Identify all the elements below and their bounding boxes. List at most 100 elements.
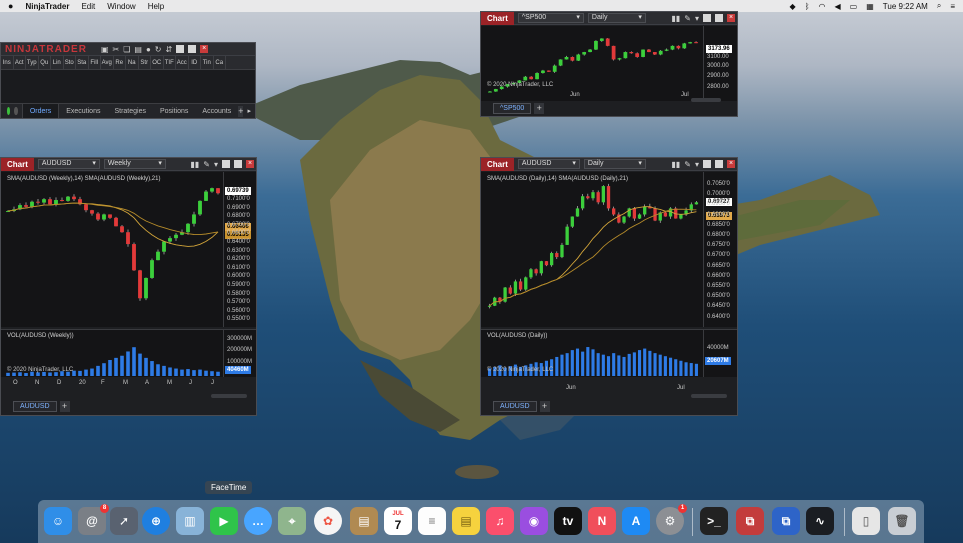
column-header[interactable]: Ins — [1, 56, 14, 69]
apple-tv-icon[interactable]: tv — [554, 507, 582, 535]
tab-orders[interactable]: Orders — [21, 103, 60, 118]
bar-style-icon[interactable]: ▮▮ — [671, 14, 680, 23]
terminal-icon[interactable]: >_ — [700, 507, 728, 535]
tab-executions[interactable]: Executions — [59, 104, 107, 119]
system-preferences-icon[interactable]: ⚙ 1 — [656, 504, 687, 535]
tab-accounts[interactable]: Accounts — [195, 104, 238, 119]
close-button[interactable]: × — [200, 45, 209, 53]
period-selector[interactable]: Daily ▾ — [587, 13, 646, 23]
messages-icon[interactable]: … — [244, 507, 272, 535]
music-icon[interactable]: ♫ — [486, 507, 514, 535]
app-store-icon[interactable]: A — [622, 507, 650, 535]
column-header[interactable]: Ca — [214, 56, 226, 69]
safari-icon[interactable]: ⊕ — [142, 507, 170, 535]
notes-icon[interactable]: ▤ — [452, 507, 480, 535]
column-header[interactable]: Avg — [101, 56, 114, 69]
period-selector[interactable]: Daily ▾ — [583, 159, 646, 169]
tab-scroll-icon[interactable]: ▸ — [243, 107, 255, 115]
apple-menu-icon[interactable]: ● — [8, 1, 13, 11]
photos-icon[interactable]: ✿ — [314, 507, 342, 535]
facetime-icon[interactable]: ▶ — [210, 507, 238, 535]
minimize-button[interactable] — [176, 45, 185, 53]
price-panel[interactable]: © 2020 NinjaTrader, LLC Jun Jul 3173.96 … — [481, 26, 737, 101]
close-button[interactable]: × — [246, 160, 254, 168]
price-axis[interactable]: 0.69739 0.66466 0.65135 0.7100'0 0.6900'0… — [223, 172, 256, 327]
column-header[interactable]: Sto — [64, 56, 76, 69]
maps-icon[interactable]: ⌖ — [278, 507, 306, 535]
menu-help[interactable]: Help — [148, 2, 164, 11]
contacts-icon[interactable]: @8 — [78, 504, 109, 535]
workspaces-icon[interactable]: ❏ — [123, 45, 130, 54]
close-button[interactable]: × — [727, 160, 735, 168]
price-panel[interactable]: SMA(AUDUSD (Daily),14) SMA(AUDUSD (Daily… — [481, 172, 737, 327]
sync-icon[interactable]: ↻ — [155, 45, 162, 54]
menu-app-name[interactable]: NinjaTrader — [25, 2, 69, 11]
menu-icon[interactable]: ▾ — [695, 160, 699, 169]
horizontal-scrollbar[interactable] — [691, 394, 727, 398]
calendar-icon[interactable]: JUL 7 — [384, 507, 412, 535]
volume-icon[interactable]: ◀ — [835, 2, 841, 11]
launchpad-icon[interactable]: ➚ — [110, 507, 138, 535]
drawing-tool-icon[interactable]: ✎ — [684, 14, 691, 23]
menu-icon[interactable]: ▾ — [695, 14, 699, 23]
chart-tab-sp500[interactable]: ^SP500 — [493, 103, 532, 114]
close-button[interactable]: × — [727, 14, 735, 22]
price-axis[interactable]: 0.69727 0.68873 0.7050'0 0.7000'0 0.6950'0… — [703, 172, 737, 327]
price-panel[interactable]: SMA(AUDUSD (Weekly),14) SMA(AUDUSD (Week… — [1, 172, 256, 327]
instrument-selector[interactable]: AUDUSD ▾ — [517, 159, 580, 169]
podcasts-icon[interactable]: ◉ — [520, 507, 548, 535]
add-tab-button[interactable]: + — [59, 401, 70, 412]
period-selector[interactable]: Weekly ▾ — [103, 159, 166, 169]
drawing-tool-icon[interactable]: ✎ — [684, 160, 691, 169]
finder-icon[interactable]: ☺ — [44, 507, 72, 535]
minimize-button[interactable] — [703, 160, 711, 168]
horizontal-scrollbar[interactable] — [211, 394, 247, 398]
tools-icon[interactable]: ✂ — [113, 45, 120, 54]
volume-panel[interactable]: VOL(AUDUSD (Daily)) © 2020 NinjaTrader, … — [481, 329, 737, 377]
column-header[interactable]: Str — [139, 56, 151, 69]
menu-window[interactable]: Window — [107, 2, 135, 11]
column-header[interactable]: ID — [189, 56, 201, 69]
menubar-clock[interactable]: Tue 9:22 AM — [883, 2, 928, 11]
help-icon[interactable]: ● — [146, 45, 151, 54]
drawing-tool-icon[interactable]: ✎ — [203, 160, 210, 169]
wifi-icon[interactable]: ◠ — [819, 2, 826, 11]
chart-titlebar[interactable]: Chart AUDUSD ▾ Weekly ▾ ▮▮ ✎ ▾ × — [1, 158, 256, 171]
tab-strategies[interactable]: Strategies — [107, 104, 153, 119]
column-header[interactable]: Tin — [201, 56, 214, 69]
column-header[interactable]: OC — [151, 56, 164, 69]
column-header[interactable]: Qu — [39, 56, 51, 69]
column-header[interactable]: Acc — [176, 56, 189, 69]
maximize-button[interactable] — [715, 14, 723, 22]
instrument-selector[interactable]: ^SP500 ▾ — [517, 13, 584, 23]
chart-tab-audusd[interactable]: AUDUSD — [13, 401, 57, 412]
volume-axis[interactable]: 300000M 200000M 100000M 40460M — [223, 330, 256, 377]
maximize-button[interactable] — [715, 160, 723, 168]
flag-icon[interactable]: ▦ — [866, 2, 874, 11]
ninjatrader-app-icon[interactable]: ⧉ — [736, 507, 764, 535]
preview-icon[interactable]: ▥ — [176, 507, 204, 535]
orders-grid[interactable] — [1, 70, 255, 104]
price-axis[interactable]: 3173.96 3100.00 3000.00 2900.00 2800.00 — [703, 26, 737, 101]
column-header[interactable]: Fill — [89, 56, 101, 69]
column-header[interactable]: Na — [126, 56, 139, 69]
tab-positions[interactable]: Positions — [153, 104, 195, 119]
notification-center-icon[interactable]: ≡ — [950, 2, 955, 11]
bar-style-icon[interactable]: ▮▮ — [671, 160, 680, 169]
new-icon[interactable]: ▣ — [101, 45, 109, 54]
column-header[interactable]: Lin — [51, 56, 64, 69]
volume-panel[interactable]: VOL(AUDUSD (Weekly)) © 2020 NinjaTrader,… — [1, 329, 256, 377]
instrument-selector[interactable]: AUDUSD ▾ — [37, 159, 100, 169]
menu-icon[interactable]: ▾ — [214, 160, 218, 169]
notes-book-icon[interactable]: ▤ — [350, 507, 378, 535]
activity-monitor-icon[interactable]: ∿ — [806, 507, 834, 535]
maximize-button[interactable] — [188, 45, 197, 53]
control-center-titlebar[interactable]: NINJATRADER ▣ ✂ ❏ ▤ ● ↻ ⇵ × — [1, 43, 255, 56]
horizontal-scrollbar[interactable] — [691, 98, 721, 102]
trash-icon[interactable]: 🗑 — [888, 507, 916, 535]
document-icon[interactable]: ▯ — [852, 507, 880, 535]
bar-style-icon[interactable]: ▮▮ — [190, 160, 199, 169]
add-tab-button[interactable]: + — [539, 401, 550, 412]
minimize-button[interactable] — [222, 160, 230, 168]
maximize-button[interactable] — [234, 160, 242, 168]
